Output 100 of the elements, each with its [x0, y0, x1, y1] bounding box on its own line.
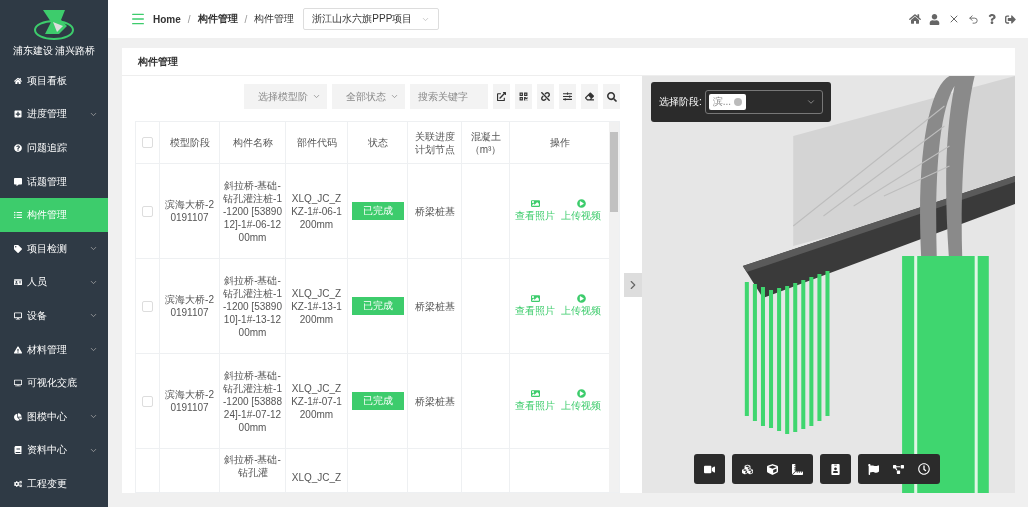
nav-icon	[14, 311, 22, 320]
play-icon	[576, 199, 586, 208]
play-icon	[576, 389, 586, 398]
column-header: 混凝土（m³）	[468, 129, 503, 156]
collapse-button[interactable]	[624, 272, 642, 297]
sliders-icon	[563, 92, 572, 101]
table-cell: XLQ_JC_Z	[291, 471, 342, 484]
table-cell-text: 滨海大桥-20191107	[164, 293, 215, 319]
column-header: 操作	[549, 136, 570, 149]
network-icon[interactable]	[893, 463, 904, 475]
table-cell: 桥梁桩基	[414, 204, 455, 218]
nav-icon	[14, 446, 22, 455]
search-field[interactable]: 搜索关键字	[410, 84, 488, 109]
undo-icon[interactable]	[968, 13, 979, 25]
nav-item[interactable]: 问题追踪	[0, 131, 108, 165]
brand-name: 浦东建设 浦兴路桥	[12, 44, 96, 58]
cube-icon[interactable]	[767, 463, 778, 475]
table-cell-text: 滨海大桥-20191107	[164, 388, 215, 414]
breadcrumb-separator: /	[244, 13, 248, 25]
checkbox[interactable]	[142, 137, 153, 148]
nav-item[interactable]: 话题管理	[0, 164, 108, 199]
table-cell-text: XLQ_JC_ZKZ-1#-06-1200mm	[290, 191, 343, 231]
nav-icon	[14, 144, 22, 152]
eraser-button[interactable]	[581, 84, 598, 109]
column-header: 关联进度计划节点	[413, 129, 456, 156]
play-icon	[576, 294, 586, 303]
nav-item[interactable]: 资料中心	[0, 433, 108, 468]
scrollbar[interactable]	[609, 122, 619, 492]
nav-item[interactable]: 材料管理	[0, 332, 108, 367]
nav-icon	[14, 110, 22, 119]
nav-item[interactable]: 项目看板	[0, 64, 108, 98]
search-button[interactable]	[603, 84, 620, 109]
close-icon[interactable]	[948, 13, 960, 25]
nav-icon	[14, 278, 22, 287]
nav-item[interactable]: 工程变更	[0, 467, 108, 501]
table-cell: 桥梁桩基	[414, 299, 455, 313]
breadcrumb-link[interactable]: Home	[153, 13, 181, 25]
table-cell: 斜拉桥-基础-钻孔灌	[223, 453, 282, 479]
help-icon[interactable]	[987, 14, 997, 24]
nav-item[interactable]: 图模中心	[0, 399, 108, 434]
clock-icon[interactable]	[918, 463, 930, 475]
status-badge: 已完成	[351, 202, 404, 220]
image-icon	[530, 199, 540, 208]
table-cell-text: XLQ_JC_ZKZ-1#-07-1200mm	[290, 381, 343, 421]
table-cell-text: XLQ_JC_ZKZ-1#-13-1200mm	[290, 286, 343, 326]
cubes-icon[interactable]	[742, 463, 753, 475]
nav-icon	[14, 412, 22, 421]
nav-icon	[14, 479, 22, 488]
breadcrumb-separator: /	[187, 13, 191, 25]
camera-icon[interactable]	[704, 463, 715, 475]
nav-icon	[14, 345, 22, 354]
breadcrumb-link[interactable]: 构件管理	[197, 12, 238, 26]
checkbox[interactable]	[142, 300, 153, 312]
search-icon	[606, 91, 617, 102]
checkbox[interactable]	[142, 395, 153, 407]
image-icon	[530, 294, 540, 303]
qr-code-icon	[519, 92, 528, 101]
flag-icon[interactable]	[868, 463, 879, 475]
nav-item[interactable]: 进度管理	[0, 97, 108, 132]
nav-item[interactable]: 人员	[0, 265, 108, 300]
external-link-icon	[497, 92, 506, 101]
nav-item[interactable]: 项目检测	[0, 231, 108, 266]
column-header: 部件代码	[296, 136, 337, 149]
column-header: 构件名称	[232, 136, 273, 149]
badge-icon[interactable]	[830, 463, 841, 475]
nav-item[interactable]: 设备	[0, 299, 108, 333]
home-icon[interactable]	[909, 13, 921, 25]
table-cell: 斜拉桥-基础-钻孔灌注桩-1-1200 [5388824]-1#-07-1200mm	[223, 368, 282, 434]
nav-item[interactable]: 可视化交底	[0, 366, 108, 400]
unlink-icon	[541, 92, 550, 101]
stage-tag: 滨...	[708, 94, 747, 110]
status-badge: 已完成	[351, 392, 404, 410]
logout-icon[interactable]	[1005, 13, 1016, 25]
stage-select[interactable]: 滨...	[704, 90, 823, 114]
nav-icon	[14, 177, 22, 186]
ruler-icon[interactable]	[792, 463, 803, 475]
table-cell-text: 滨海大桥-20191107	[164, 198, 215, 224]
column-header: 状态	[367, 136, 388, 149]
chevron-down-icon	[390, 92, 399, 101]
export-button[interactable]	[493, 84, 510, 109]
project-select[interactable]: 浙江山水六旗PPP项目	[303, 8, 440, 30]
table-cell: 斜拉桥-基础-钻孔灌注桩-1-1200 [5389012]-1#-06-1200mm	[223, 178, 282, 244]
nav-icon	[14, 76, 22, 85]
column-header: 模型阶段	[169, 136, 210, 149]
eraser-icon	[585, 92, 594, 101]
chevron-down-icon	[806, 97, 816, 107]
filter-settings-button[interactable]	[559, 84, 576, 109]
image-icon	[530, 389, 540, 398]
unlink-button[interactable]	[537, 84, 554, 109]
table-cell: 斜拉桥-基础-钻孔灌注桩-1-1200 [5389010]-1#-13-1200mm	[223, 273, 282, 339]
qr-code-button[interactable]	[515, 84, 532, 109]
stage-label: 选择阶段:	[659, 95, 702, 109]
status-badge: 已完成	[351, 297, 404, 315]
breadcrumb-link[interactable]: 构件管理	[254, 12, 295, 26]
nav-icon	[14, 211, 22, 220]
user-icon[interactable]	[929, 13, 940, 25]
nav-icon	[14, 244, 22, 253]
checkbox[interactable]	[142, 205, 153, 217]
table-cell: 桥梁桩基	[414, 394, 455, 408]
chevron-down-icon	[312, 92, 321, 101]
